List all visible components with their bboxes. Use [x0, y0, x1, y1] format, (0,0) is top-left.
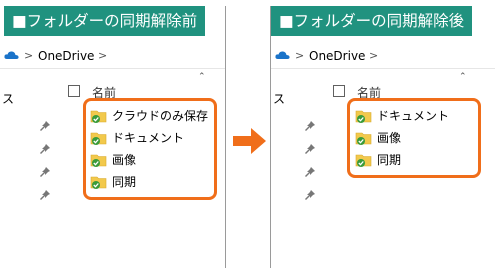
pin-icon[interactable]	[40, 121, 50, 131]
explorer-panel-before: ■フォルダーの同期解除前 > OneDrive > ス ⌃ 名前 クラウドのみ保…	[0, 6, 226, 268]
right-arrow-icon	[233, 128, 266, 154]
breadcrumb-separator: >	[98, 49, 108, 62]
file-name: 画像	[377, 131, 402, 145]
file-name: 画像	[112, 153, 137, 167]
synced-folder-icon	[90, 154, 107, 167]
select-all-checkbox[interactable]	[68, 85, 80, 97]
pin-icon[interactable]	[305, 121, 315, 131]
synced-folder-icon	[355, 110, 372, 123]
onedrive-cloud-icon	[275, 51, 290, 59]
panel-title: ■フォルダーの同期解除前	[4, 6, 206, 36]
breadcrumb-separator: >	[369, 49, 379, 62]
breadcrumb-separator: >	[295, 49, 305, 62]
onedrive-cloud-icon	[4, 51, 19, 59]
file-name: 同期	[377, 153, 402, 167]
breadcrumb-onedrive[interactable]: OneDrive	[309, 49, 365, 63]
file-name: クラウドのみ保存	[112, 109, 209, 123]
pin-icon[interactable]	[40, 167, 50, 177]
select-all-checkbox[interactable]	[333, 85, 345, 97]
pin-icon[interactable]	[305, 167, 315, 177]
nav-pane-label[interactable]: ス	[273, 90, 285, 107]
nav-pane-label[interactable]: ス	[2, 90, 14, 107]
pin-icon[interactable]	[40, 190, 50, 200]
file-name: ドキュメント	[377, 109, 450, 123]
synced-folder-icon	[90, 176, 107, 189]
pin-icon[interactable]	[305, 190, 315, 200]
breadcrumb-onedrive[interactable]: OneDrive	[38, 49, 94, 63]
address-bar[interactable]: > OneDrive >	[0, 44, 225, 69]
explorer-panel-after: ■フォルダーの同期解除後 > OneDrive > ス ⌃ 名前 ドキュメント …	[270, 6, 495, 268]
synced-folder-icon	[355, 154, 372, 167]
sort-ascending-icon[interactable]: ⌃	[459, 72, 467, 82]
panel-title: ■フォルダーの同期解除後	[271, 6, 473, 36]
pin-icon[interactable]	[305, 144, 315, 154]
address-bar[interactable]: > OneDrive >	[271, 44, 495, 69]
file-name: ドキュメント	[112, 131, 185, 145]
breadcrumb-separator: >	[24, 49, 34, 62]
synced-folder-icon	[90, 110, 107, 123]
synced-folder-icon	[90, 132, 107, 145]
file-name: 同期	[112, 175, 137, 189]
pin-icon[interactable]	[40, 144, 50, 154]
synced-folder-icon	[355, 132, 372, 145]
sort-ascending-icon[interactable]: ⌃	[198, 72, 206, 82]
